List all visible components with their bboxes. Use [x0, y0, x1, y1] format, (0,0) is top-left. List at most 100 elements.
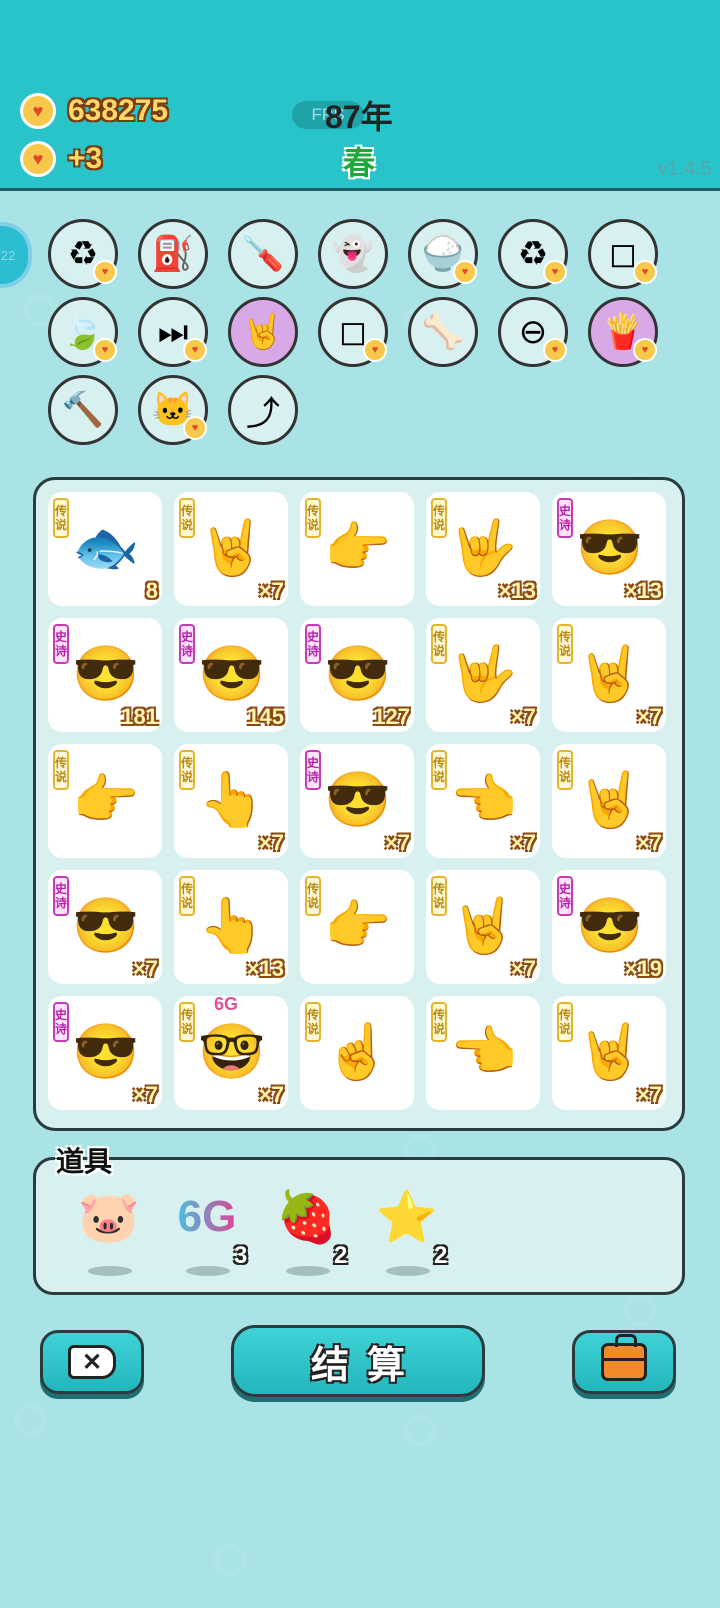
hand-icon: ☝ — [324, 1021, 392, 1082]
heart-badge-icon: ♥ — [633, 260, 657, 284]
exit-button[interactable]: ✕ — [40, 1330, 144, 1394]
epic-tag: 史诗 — [53, 624, 69, 664]
rock-hand-tool[interactable]: 🤘 — [228, 297, 298, 367]
gold-display: ♥ 638275 — [20, 93, 168, 129]
card-count: ×19 — [624, 956, 662, 981]
skip-tool[interactable]: ⏭ ♥ — [138, 297, 208, 367]
bayberry-prop[interactable]: 🍓 2 — [272, 1187, 352, 1276]
face-icon: 😎 — [72, 895, 140, 956]
refresh-tool-2[interactable]: ♻ ♥ — [498, 219, 568, 289]
rice-bowl-tool[interactable]: 🍚 ♥ — [408, 219, 478, 289]
screwdriver-tool[interactable]: 🪛 — [228, 219, 298, 289]
legend-tag: 传说 — [305, 876, 321, 916]
legend-tag: 传说 — [557, 750, 573, 790]
epic-tag: 史诗 — [557, 498, 573, 538]
side-drawer-tab[interactable]: 22 — [0, 222, 32, 288]
card-slot[interactable]: 传说 🤘 ×7 — [174, 492, 288, 606]
card-count: ×7 — [384, 830, 410, 855]
pump-tool[interactable]: ⛽ — [138, 219, 208, 289]
card-slot[interactable]: 传说 👆 ×13 — [174, 870, 288, 984]
sugar-cubes-tool[interactable]: ◻ ♥ — [588, 219, 658, 289]
hand-icon: 👆 — [198, 769, 266, 830]
card-slot[interactable]: 史诗 😎 ×7 — [48, 870, 162, 984]
card-slot[interactable]: 传说 🤟 ×13 — [426, 492, 540, 606]
card-slot[interactable]: 传说 🤘 ×7 — [552, 996, 666, 1110]
card-slot[interactable]: 传说 🤓 6G ×7 — [174, 994, 288, 1110]
legend-tag: 传说 — [431, 498, 447, 538]
card-slot[interactable]: 史诗 😎 145 — [174, 618, 288, 732]
card-slot[interactable]: 传说 👆 ×7 — [174, 744, 288, 858]
prop-count: 2 — [334, 1242, 348, 1269]
sugar-cubes-tool-2[interactable]: ◻ ♥ — [318, 297, 388, 367]
piggy-bank-icon: 🐷 — [77, 1188, 141, 1245]
face-icon: 😎 — [324, 643, 392, 704]
settle-button[interactable]: 结算 — [231, 1325, 485, 1397]
card-slot[interactable]: 传说 🤘 ×7 — [552, 744, 666, 858]
card-count: ×7 — [258, 1082, 284, 1107]
heart-coin-icon: ♥ — [20, 141, 56, 177]
hand-icon: 👉 — [324, 517, 392, 578]
star-prop[interactable]: ⭐ 2 — [372, 1187, 452, 1276]
legend-tag: 传说 — [53, 498, 69, 538]
6g-prop[interactable]: 6G 3 — [172, 1187, 252, 1276]
inventory-button[interactable] — [572, 1330, 676, 1394]
hammer-tool[interactable]: 🔨 — [48, 375, 118, 445]
card-slot[interactable]: 传说 👉 — [300, 492, 414, 606]
card-slot[interactable]: 传说 🤘 ×7 — [552, 618, 666, 732]
card-slot[interactable]: 史诗 😎 127 — [300, 618, 414, 732]
upgrade-arrow-tool-icon: ⤴ — [246, 394, 280, 433]
card-slot[interactable]: 传说 👉 — [300, 870, 414, 984]
card-count: ×7 — [510, 704, 536, 729]
ghost-tool[interactable]: 👻 — [318, 219, 388, 289]
heart-badge-icon: ♥ — [183, 416, 207, 440]
card-slot[interactable]: 传说 🤘 ×7 — [426, 870, 540, 984]
pet-food-tool[interactable]: 🦴 — [408, 297, 478, 367]
year-label: 87年 — [325, 99, 393, 135]
legend-tag: 传说 — [431, 624, 447, 664]
legend-tag: 传说 — [431, 1002, 447, 1042]
remove-tool[interactable]: ⊖ ♥ — [498, 297, 568, 367]
prop-count: 3 — [234, 1242, 248, 1269]
legend-tag: 传说 — [431, 750, 447, 790]
card-slot[interactable]: 史诗 😎 ×13 — [552, 492, 666, 606]
card-count: ×13 — [624, 578, 662, 603]
card-slot[interactable]: 传说 👉 — [48, 744, 162, 858]
legend-tag: 传说 — [53, 750, 69, 790]
card-slot[interactable]: 史诗 😎 181 — [48, 618, 162, 732]
legend-tag: 传说 — [305, 498, 321, 538]
card-count: ×7 — [636, 1082, 662, 1107]
season-label: 春 — [343, 145, 376, 181]
face-icon: 😎 — [72, 643, 140, 704]
prop-count: 2 — [434, 1242, 448, 1269]
card-slot[interactable]: 传说 ☝ — [300, 996, 414, 1110]
props-title: 道具 — [56, 1146, 113, 1177]
legend-tag: 传说 — [179, 750, 195, 790]
heart-badge-icon: ♥ — [543, 260, 567, 284]
card-slot[interactable]: 史诗 😎 ×7 — [48, 996, 162, 1110]
hand-icon: 🤘 — [576, 643, 644, 704]
card-slot[interactable]: 史诗 😎 ×19 — [552, 870, 666, 984]
fish-icon: 🐟 — [72, 517, 140, 578]
card-slot[interactable]: 传说 🤟 ×7 — [426, 618, 540, 732]
card-count: 181 — [121, 704, 158, 729]
star-icon: ⭐ — [375, 1188, 439, 1245]
epic-tag: 史诗 — [53, 1002, 69, 1042]
prop-shadow — [386, 1266, 430, 1276]
piggy-bank-prop[interactable]: 🐷 — [74, 1187, 154, 1276]
card-slot[interactable]: 史诗 😎 ×7 — [300, 744, 414, 858]
upgrade-arrow-tool[interactable]: ⤴ — [228, 375, 298, 445]
card-slot[interactable]: 传说 👈 — [426, 996, 540, 1110]
gold-amount: 638275 — [68, 94, 169, 127]
pet-food-tool-icon: 🦴 — [421, 313, 465, 351]
refresh-tool[interactable]: ♻ ♥ — [48, 219, 118, 289]
card-count: 127 — [373, 704, 410, 729]
hand-icon: 👈 — [450, 769, 518, 830]
card-slot[interactable]: 传说 🐟 8 — [48, 492, 162, 606]
card-count: ×7 — [510, 956, 536, 981]
card-slot[interactable]: 传说 👈 ×7 — [426, 744, 540, 858]
hand-icon: 🤟 — [450, 643, 518, 704]
leaf-tool[interactable]: 🍃 ♥ — [48, 297, 118, 367]
card-count: ×13 — [246, 956, 284, 981]
cat-tool[interactable]: 🐱 ♥ — [138, 375, 208, 445]
fries-tool[interactable]: 🍟 ♥ — [588, 297, 658, 367]
